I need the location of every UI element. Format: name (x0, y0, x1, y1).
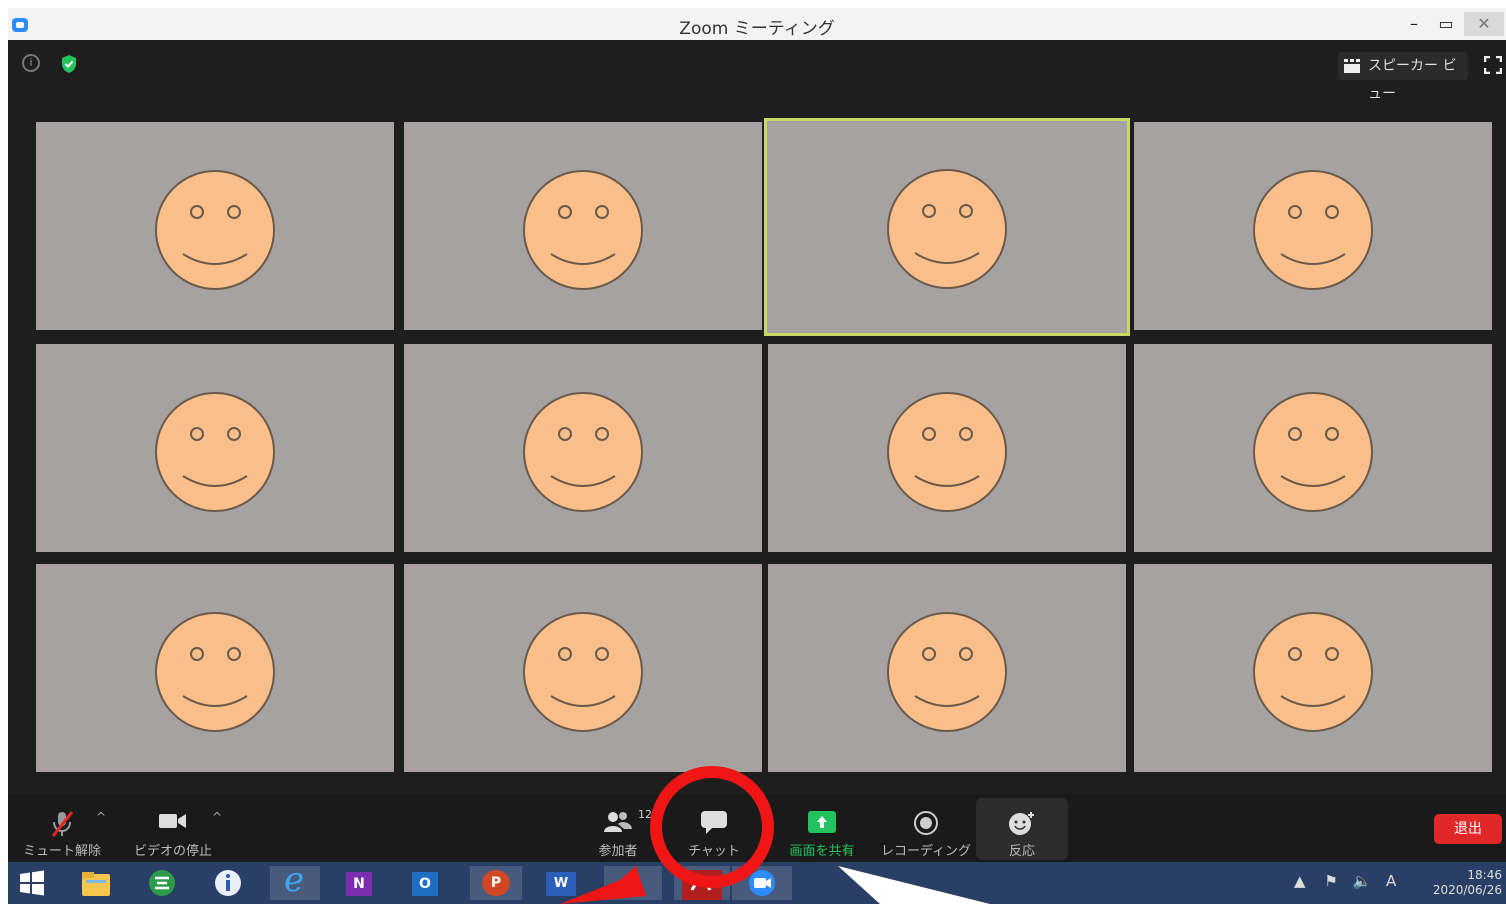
zoom-window: Zoom ミーティング – ▭ ✕ i スピーカー ビュー ミュート解除 ^ ビ… (8, 8, 1506, 904)
clock-time: 18:46 (1467, 868, 1502, 882)
smiley-face-avatar-icon (155, 170, 275, 290)
maximize-button[interactable]: ▭ (1432, 12, 1460, 36)
participants-icon (604, 812, 632, 832)
smiley-face-avatar-icon (523, 170, 643, 290)
ime-indicator[interactable]: A (1386, 872, 1396, 890)
speaker-view-label: スピーカー ビュー (1368, 58, 1457, 102)
smiley-face-avatar-icon (1253, 612, 1373, 732)
video-options-caret[interactable]: ^ (212, 810, 222, 824)
clock-date: 2020/06/26 (1432, 883, 1502, 897)
smiley-face-avatar-icon (887, 169, 1007, 289)
smiley-face-avatar-icon (523, 612, 643, 732)
minimize-button[interactable]: – (1400, 12, 1428, 36)
participant-video-tile[interactable] (768, 564, 1126, 772)
smiley-face-avatar-icon (887, 392, 1007, 512)
grid-view-icon (1344, 59, 1360, 73)
participant-video-tile[interactable] (36, 344, 394, 552)
action-center-flag-icon[interactable]: ⚑ (1324, 872, 1337, 890)
participant-video-tile[interactable] (404, 344, 762, 552)
annotation-red-circle (650, 766, 774, 888)
unmute-button[interactable]: ミュート解除 (20, 798, 104, 860)
fullscreen-icon[interactable] (1484, 56, 1502, 74)
encryption-shield-icon[interactable] (60, 54, 78, 74)
outlook-task[interactable]: O (408, 866, 444, 900)
green-app-icon[interactable] (144, 866, 180, 900)
title-bar: Zoom ミーティング – ▭ ✕ (8, 8, 1506, 40)
powerpoint-task[interactable]: P (470, 866, 522, 900)
meeting-info-icon[interactable]: i (22, 54, 40, 72)
volume-icon[interactable]: 🔈 (1353, 872, 1372, 890)
participant-video-tile[interactable] (404, 564, 762, 772)
participant-video-tile[interactable] (404, 122, 762, 330)
audio-options-caret[interactable]: ^ (96, 810, 106, 824)
participants-label: 参加者 (598, 844, 638, 859)
participant-video-tile[interactable] (36, 564, 394, 772)
reactions-label: 反応 (1008, 844, 1035, 859)
system-tray: ▲ ⚑ 🔈 A (1294, 872, 1396, 890)
participant-video-tile[interactable] (768, 344, 1126, 552)
file-explorer-icon[interactable] (78, 866, 114, 900)
participant-video-tile[interactable] (1134, 344, 1492, 552)
share-screen-icon (808, 811, 836, 833)
green-task-item[interactable] (604, 866, 662, 900)
smiley-face-avatar-icon (1253, 392, 1373, 512)
onenote-icon: N (346, 872, 372, 896)
internet-explorer-task[interactable]: e (270, 860, 320, 900)
muted-microphone-icon (51, 811, 74, 837)
participant-video-tile[interactable] (1134, 122, 1492, 330)
powerpoint-icon: P (482, 870, 510, 896)
windows-start-icon[interactable] (14, 866, 50, 900)
smiley-face-avatar-icon (887, 612, 1007, 732)
close-button[interactable]: ✕ (1464, 12, 1504, 36)
tray-overflow-icon[interactable]: ▲ (1294, 872, 1306, 890)
share-screen-button[interactable]: 画面を共有 (774, 798, 870, 860)
window-title: Zoom ミーティング (679, 19, 835, 39)
video-camera-icon (159, 814, 186, 828)
stop-video-label: ビデオの停止 (133, 844, 212, 859)
add-reaction-icon (1009, 812, 1034, 835)
info-app-icon[interactable] (210, 866, 246, 900)
smiley-face-avatar-icon (523, 392, 643, 512)
outlook-icon: O (412, 872, 438, 896)
stop-video-button[interactable]: ビデオの停止 (128, 798, 218, 860)
share-screen-label: 画面を共有 (789, 844, 855, 859)
smiley-face-avatar-icon (155, 392, 275, 512)
word-icon: W (546, 872, 576, 896)
record-label: レコーディング (880, 844, 972, 859)
internet-explorer-icon: e (284, 860, 305, 900)
record-icon (914, 811, 938, 835)
participant-video-tile[interactable] (764, 118, 1130, 336)
participant-video-tile[interactable] (36, 122, 394, 330)
onenote-task[interactable]: N (342, 866, 378, 900)
reactions-button[interactable]: 反応 (976, 798, 1068, 860)
participants-button[interactable]: 12 参加者 (576, 798, 660, 860)
leave-meeting-button[interactable]: 退出 (1434, 814, 1502, 844)
smiley-face-avatar-icon (1253, 170, 1373, 290)
taskbar-clock[interactable]: 18:46 2020/06/26 (1416, 868, 1502, 898)
speaker-view-button[interactable]: スピーカー ビュー (1338, 52, 1468, 102)
participant-video-tile[interactable] (1134, 564, 1492, 772)
smiley-face-avatar-icon (155, 612, 275, 732)
record-button[interactable]: レコーディング (876, 798, 976, 860)
word-task[interactable]: W (540, 866, 584, 900)
unmute-label: ミュート解除 (22, 844, 101, 859)
